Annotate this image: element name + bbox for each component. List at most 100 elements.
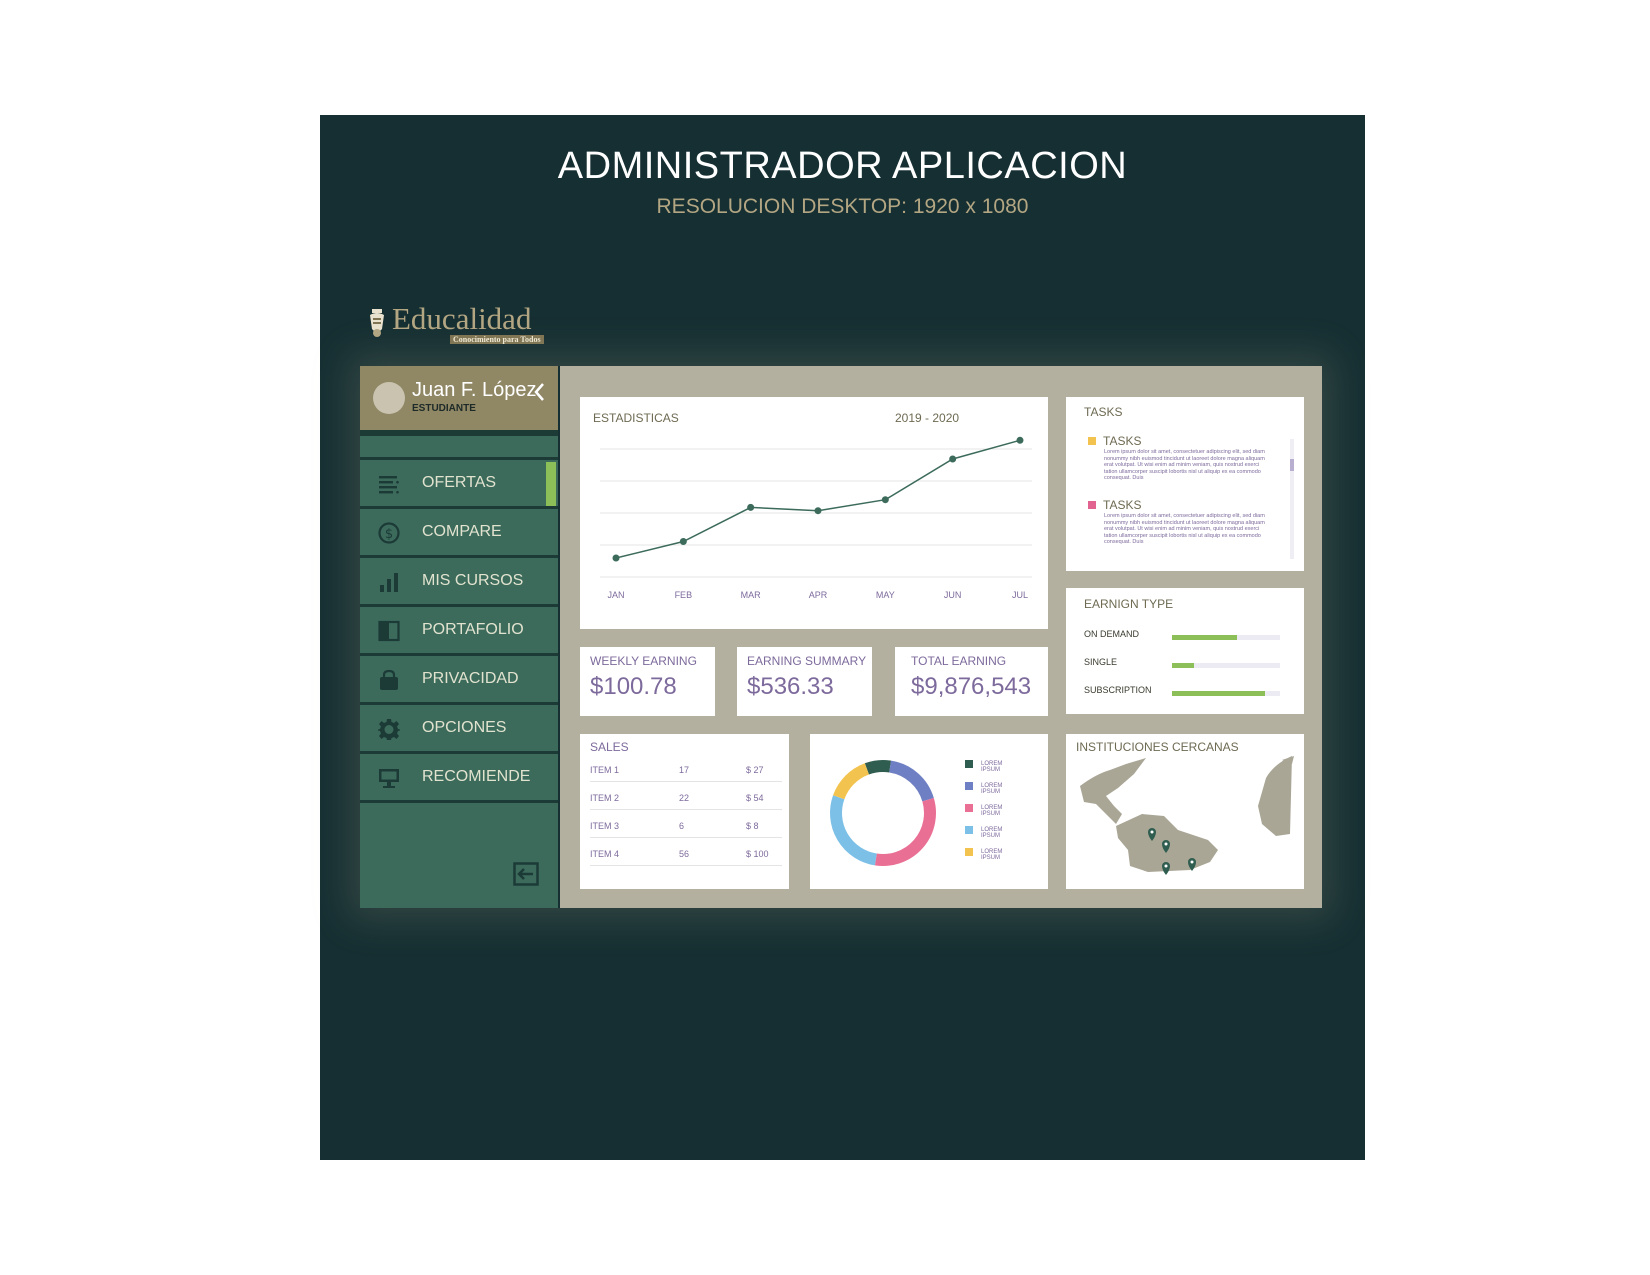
- sales-price: $ 8: [746, 821, 759, 831]
- legend-swatch: [965, 782, 973, 790]
- donut-slice[interactable]: [830, 795, 878, 866]
- sidebar-item-portafolio[interactable]: PORTAFOLIO: [360, 607, 558, 656]
- tasks-scrollbar[interactable]: [1290, 439, 1294, 559]
- task-item[interactable]: TASKS Lorem ipsum dolor sit amet, consec…: [1066, 498, 1286, 559]
- task-label: TASKS: [1103, 434, 1142, 448]
- total-earning-value: $9,876,543: [911, 673, 1032, 700]
- sidebar-item-ofertas[interactable]: OFERTAS: [360, 460, 558, 509]
- poster-title: ADMINISTRADOR APLICACION: [557, 145, 1128, 187]
- sidebar-item-privacidad[interactable]: PRIVACIDAD: [360, 656, 558, 705]
- task-color-dot: [1088, 437, 1096, 445]
- sales-qty: 17: [679, 765, 690, 775]
- total-earning-label: TOTAL EARNING: [911, 654, 1007, 668]
- table-row: ITEM 3 6 $ 8: [590, 809, 782, 838]
- legend-swatch: [965, 804, 973, 812]
- dollar-icon: $: [378, 522, 400, 544]
- dashboard-main: ESTADISTICAS 2019 - 2020 JAN FEB MAR APR MAY…: [560, 366, 1322, 908]
- map-card: INSTITUCIONES CERCANAS: [1066, 734, 1304, 889]
- legend-label: LOREM IPSUM: [981, 783, 1003, 795]
- tasks-title: TASKS: [1084, 405, 1123, 419]
- sidebar-item-recomiende[interactable]: RECOMIENDE: [360, 754, 558, 803]
- gear-icon: [378, 719, 400, 740]
- donut-slice[interactable]: [888, 760, 934, 802]
- earning-bar-fill: [1172, 663, 1194, 668]
- data-point[interactable]: [881, 496, 889, 504]
- legend-label: LOREM IPSUM: [981, 805, 1003, 817]
- x-tick-label: JUL: [1012, 590, 1028, 600]
- sidebar-item-label: OPCIONES: [422, 719, 507, 736]
- map-pin-icon: [1162, 862, 1170, 875]
- sales-qty: 22: [679, 793, 690, 803]
- earning-bar-track: [1172, 691, 1280, 696]
- legend-label: LOREM IPSUM: [981, 827, 1003, 839]
- monitor-icon: [379, 769, 399, 788]
- avatar[interactable]: [373, 382, 405, 414]
- logo-mark-icon: [370, 309, 384, 337]
- earning-row: ON DEMAND: [1084, 629, 1284, 643]
- sales-item: ITEM 4: [590, 849, 620, 859]
- sales-qty: 56: [679, 849, 690, 859]
- donut-chart: [830, 760, 936, 866]
- x-tick-label: JUN: [944, 590, 962, 600]
- earning-summary-value: $536.33: [747, 673, 834, 700]
- task-item[interactable]: TASKS Lorem ipsum dolor sit amet, consec…: [1066, 434, 1286, 495]
- data-point[interactable]: [1016, 436, 1024, 444]
- data-point[interactable]: [679, 538, 687, 545]
- logo: Educalidad Conocimiento para Todos: [366, 301, 556, 345]
- data-point[interactable]: [814, 507, 822, 515]
- earning-summary-label: EARNING SUMMARY: [747, 654, 867, 668]
- logout-icon[interactable]: [513, 862, 539, 886]
- chevron-left-icon[interactable]: [530, 380, 550, 404]
- sidebar-item-opciones[interactable]: OPCIONES: [360, 705, 558, 754]
- donut-legend: LOREM IPSUM LOREM IPSUM LOREM IPSUM LORE…: [965, 759, 1045, 869]
- app-window: Juan F. López ESTUDIANTE OFERTAS $ COMPA…: [360, 366, 1322, 908]
- tasks-scrollbar-thumb[interactable]: [1290, 459, 1294, 471]
- donut-slice[interactable]: [864, 760, 892, 775]
- data-point[interactable]: [612, 554, 620, 562]
- donut-slice[interactable]: [874, 797, 936, 866]
- total-earning-card: TOTAL EARNING $9,876,543: [895, 647, 1048, 716]
- svg-text:$: $: [385, 527, 393, 542]
- sidebar-item-label: RECOMIENDE: [422, 768, 531, 785]
- donut-slice[interactable]: [833, 763, 870, 800]
- sidebar-item-label: MIS CURSOS: [422, 572, 524, 589]
- sales-item: ITEM 2: [590, 793, 620, 803]
- sidebar-nav: OFERTAS $ COMPARE MIS CURSOS PORTAFOLIO …: [360, 460, 558, 803]
- earning-summary-card: EARNING SUMMARY $536.33: [737, 647, 872, 716]
- x-tick-label: MAY: [876, 590, 895, 600]
- earning-bar-track: [1172, 635, 1280, 640]
- sales-title: SALES: [590, 740, 629, 754]
- bar-chart-icon: [380, 573, 398, 592]
- sales-price: $ 27: [746, 765, 764, 775]
- earning-row-label: ON DEMAND: [1084, 629, 1140, 639]
- data-point[interactable]: [949, 455, 957, 463]
- sidebar-item-compare[interactable]: $ COMPARE: [360, 509, 558, 558]
- legend-swatch: [965, 826, 973, 834]
- sidebar: Juan F. López ESTUDIANTE OFERTAS $ COMPA…: [360, 366, 558, 908]
- logo-text: Educalidad: [392, 301, 532, 336]
- list-icon: [379, 476, 399, 494]
- earning-bar-track: [1172, 663, 1280, 668]
- sales-price: $ 100: [746, 849, 769, 859]
- x-tick-label: JAN: [607, 590, 624, 600]
- task-text: Lorem ipsum dolor sit amet, consectetuer…: [1104, 513, 1265, 546]
- sales-item: ITEM 3: [590, 821, 620, 831]
- portfolio-icon: [378, 620, 400, 642]
- statistics-card: ESTADISTICAS 2019 - 2020 JAN FEB MAR APR MAY…: [580, 397, 1048, 629]
- x-tick-label: FEB: [675, 590, 693, 600]
- legend-swatch: [965, 848, 973, 856]
- table-row: ITEM 4 56 $ 100: [590, 837, 782, 866]
- earning-row-label: SUBSCRIPTION: [1084, 685, 1152, 695]
- sidebar-item-label: COMPARE: [422, 523, 502, 540]
- map-illustration[interactable]: [1066, 734, 1304, 889]
- active-indicator: [546, 462, 556, 506]
- earning-row: SINGLE: [1084, 657, 1284, 671]
- data-point[interactable]: [747, 503, 755, 511]
- line-chart: JAN FEB MAR APR MAY JUN JUL: [600, 436, 1032, 600]
- lock-icon: [380, 669, 398, 690]
- earning-row: SUBSCRIPTION: [1084, 685, 1284, 699]
- earning-type-card: EARNIGN TYPE ON DEMAND SINGLE SUBSCRIPTI…: [1066, 588, 1304, 714]
- tasks-card: TASKS TASKS Lorem ipsum dolor sit amet, …: [1066, 397, 1304, 571]
- earning-bar-fill: [1172, 635, 1237, 640]
- sidebar-item-mis-cursos[interactable]: MIS CURSOS: [360, 558, 558, 607]
